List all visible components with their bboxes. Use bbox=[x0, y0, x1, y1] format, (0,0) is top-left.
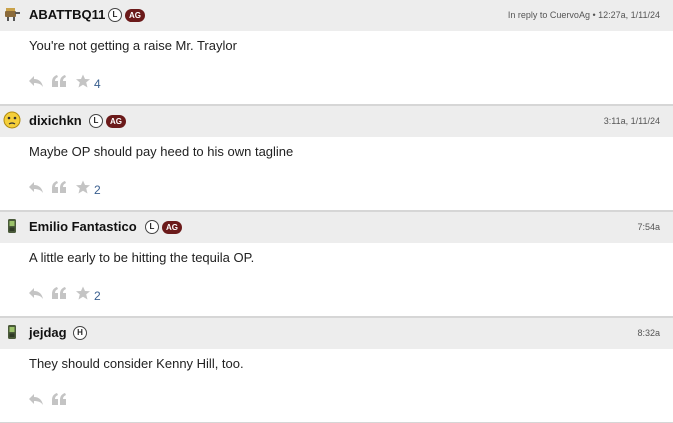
badge-ag: AG bbox=[106, 114, 126, 128]
quote-icon[interactable] bbox=[51, 74, 67, 88]
badge-l: L bbox=[89, 114, 103, 128]
badge-ag: AG bbox=[125, 8, 145, 22]
reply-feed: ABATTBQ11 L AG In reply to CuervoAg • 12… bbox=[0, 0, 673, 423]
reply-icon[interactable] bbox=[28, 286, 44, 300]
post-text: Maybe OP should pay heed to his own tagl… bbox=[29, 144, 294, 159]
confused-face-icon[interactable] bbox=[3, 111, 21, 129]
post: jejdag H 8:32a They should consider Kenn… bbox=[0, 317, 673, 423]
username[interactable]: Emilio Fantastico bbox=[29, 219, 137, 234]
quote-icon[interactable] bbox=[51, 180, 67, 194]
badge-l: L bbox=[145, 220, 159, 234]
quote-icon[interactable] bbox=[51, 286, 67, 300]
star-count[interactable]: 4 bbox=[94, 77, 101, 91]
phone-icon[interactable] bbox=[3, 323, 21, 341]
post: Emilio Fantastico L AG 7:54a A little ea… bbox=[0, 211, 673, 317]
post-meta[interactable]: In reply to CuervoAg • 12:27a, 1/11/24 bbox=[508, 10, 660, 20]
badge-h: H bbox=[73, 326, 87, 340]
user-badges: L AG bbox=[89, 114, 126, 128]
badge-l: L bbox=[108, 8, 122, 22]
post-meta[interactable]: 8:32a bbox=[637, 328, 660, 338]
star-icon[interactable] bbox=[75, 74, 91, 88]
post-header: dixichkn L AG 3:11a, 1/11/24 bbox=[0, 105, 673, 137]
quote-icon[interactable] bbox=[51, 392, 67, 406]
star-count[interactable]: 2 bbox=[94, 183, 101, 197]
grill-icon[interactable] bbox=[3, 5, 21, 23]
badge-ag: AG bbox=[162, 220, 182, 234]
user-badges: H bbox=[73, 326, 87, 340]
post-text: They should consider Kenny Hill, too. bbox=[29, 356, 244, 371]
post-header: ABATTBQ11 L AG In reply to CuervoAg • 12… bbox=[0, 0, 673, 31]
reply-icon[interactable] bbox=[28, 180, 44, 194]
post: ABATTBQ11 L AG In reply to CuervoAg • 12… bbox=[0, 0, 673, 105]
post-actions: 2 bbox=[0, 170, 673, 210]
username[interactable]: dixichkn bbox=[29, 113, 82, 128]
post-actions: 4 bbox=[0, 64, 673, 104]
post-header: jejdag H 8:32a bbox=[0, 317, 673, 349]
reply-icon[interactable] bbox=[28, 392, 44, 406]
user-badges: L AG bbox=[145, 220, 182, 234]
username[interactable]: jejdag bbox=[29, 325, 67, 340]
post-text: A little early to be hitting the tequila… bbox=[29, 250, 255, 265]
star-icon[interactable] bbox=[75, 180, 91, 194]
post-meta[interactable]: 7:54a bbox=[637, 222, 660, 232]
post-meta[interactable]: 3:11a, 1/11/24 bbox=[604, 116, 660, 126]
username[interactable]: ABATTBQ11 bbox=[29, 7, 105, 22]
reply-icon[interactable] bbox=[28, 74, 44, 88]
post-text: You're not getting a raise Mr. Traylor bbox=[29, 38, 237, 53]
star-count[interactable]: 2 bbox=[94, 289, 101, 303]
post-actions bbox=[0, 382, 673, 422]
post: dixichkn L AG 3:11a, 1/11/24 Maybe OP sh… bbox=[0, 105, 673, 211]
post-actions: 2 bbox=[0, 276, 673, 316]
user-badges: L AG bbox=[108, 8, 145, 22]
phone-icon[interactable] bbox=[3, 217, 21, 235]
post-header: Emilio Fantastico L AG 7:54a bbox=[0, 211, 673, 243]
star-icon[interactable] bbox=[75, 286, 91, 300]
